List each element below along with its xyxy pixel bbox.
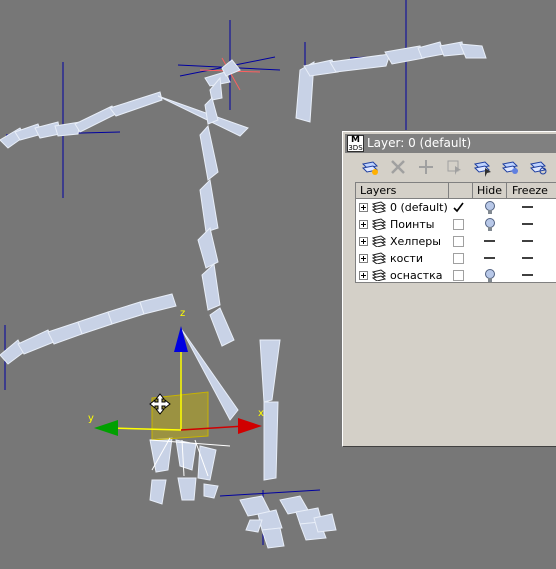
current-layer-checkbox[interactable]: [453, 236, 464, 247]
current-layer-checkbox[interactable]: [453, 219, 464, 230]
layer-name[interactable]: 0 (default): [390, 200, 448, 215]
layer-stack-icon: [372, 252, 386, 264]
highlight-selected-layer-icon: [473, 161, 491, 177]
lightbulb-icon[interactable]: [483, 200, 497, 215]
layer-stack-icon: [372, 218, 386, 230]
add-selection-to-layer-icon: [419, 160, 433, 174]
layer-name[interactable]: оснастка: [390, 268, 443, 283]
layer-stack-icon: [372, 269, 386, 281]
x-axis-arrow[interactable]: [238, 418, 262, 434]
layer-name[interactable]: кости: [390, 251, 423, 266]
expand-icon[interactable]: [359, 271, 368, 280]
delete-layer-button[interactable]: [387, 156, 409, 178]
layer-name[interactable]: Поинты: [390, 217, 434, 232]
select-objects-in-layer-icon: [447, 160, 461, 175]
layer-stack-icon: [372, 201, 386, 213]
highlight-selected-layer-button[interactable]: [471, 156, 493, 178]
freeze-unfreeze-all-icon: [529, 161, 547, 175]
layer-row[interactable]: Хелперы: [356, 233, 556, 250]
freeze-toggle[interactable]: [522, 206, 533, 208]
current-layer-checkbox[interactable]: [453, 270, 464, 281]
z-axis-arrow[interactable]: [174, 326, 188, 352]
dialog-title: Layer: 0 (default): [367, 136, 472, 150]
column-header-freeze[interactable]: Freeze: [507, 183, 556, 199]
layer-row[interactable]: оснастка: [356, 267, 556, 284]
expand-icon[interactable]: [359, 203, 368, 212]
freeze-unfreeze-all-button[interactable]: [527, 156, 549, 178]
select-objects-in-layer-button[interactable]: [443, 156, 465, 178]
layer-name[interactable]: Хелперы: [390, 234, 441, 249]
expand-icon[interactable]: [359, 220, 368, 229]
column-header-current[interactable]: [449, 183, 473, 199]
freeze-toggle[interactable]: [522, 223, 533, 225]
layer-manager-dialog[interactable]: M 3DS Layer: 0 (default) Layers Hide Fre…: [342, 131, 556, 447]
freeze-toggle[interactable]: [522, 257, 533, 259]
lightbulb-icon[interactable]: [483, 217, 497, 232]
layer-row[interactable]: кости: [356, 250, 556, 267]
delete-layer-icon: [391, 160, 405, 174]
column-header-hide[interactable]: Hide: [473, 183, 507, 199]
layer-list[interactable]: Layers Hide Freeze 0 (default) Поинты Хе…: [355, 182, 556, 283]
create-new-layer-button[interactable]: [359, 156, 381, 178]
freeze-toggle[interactable]: [522, 240, 533, 242]
freeze-toggle[interactable]: [522, 274, 533, 276]
create-new-layer-icon: [361, 161, 379, 175]
max-logo-icon: M 3DS: [347, 135, 364, 152]
y-axis-label: y: [88, 413, 94, 424]
hide-toggle[interactable]: [484, 257, 495, 259]
x-axis-label: x: [258, 408, 264, 419]
z-axis-label: z: [180, 308, 185, 319]
dialog-titlebar[interactable]: M 3DS Layer: 0 (default): [345, 134, 556, 153]
add-selection-to-layer-button[interactable]: [415, 156, 437, 178]
column-header-layers[interactable]: Layers: [356, 183, 449, 199]
hide-unhide-all-button[interactable]: [499, 156, 521, 178]
hide-toggle[interactable]: [484, 240, 495, 242]
hide-unhide-all-icon: [501, 161, 519, 174]
expand-icon[interactable]: [359, 237, 368, 246]
current-layer-checkbox[interactable]: [453, 253, 464, 264]
current-layer-checkmark-icon[interactable]: [453, 202, 464, 213]
lightbulb-icon[interactable]: [483, 268, 497, 283]
y-axis-arrow[interactable]: [94, 420, 118, 436]
layer-stack-icon: [372, 235, 386, 247]
layer-row[interactable]: 0 (default): [356, 199, 556, 216]
expand-icon[interactable]: [359, 254, 368, 263]
layer-row[interactable]: Поинты: [356, 216, 556, 233]
